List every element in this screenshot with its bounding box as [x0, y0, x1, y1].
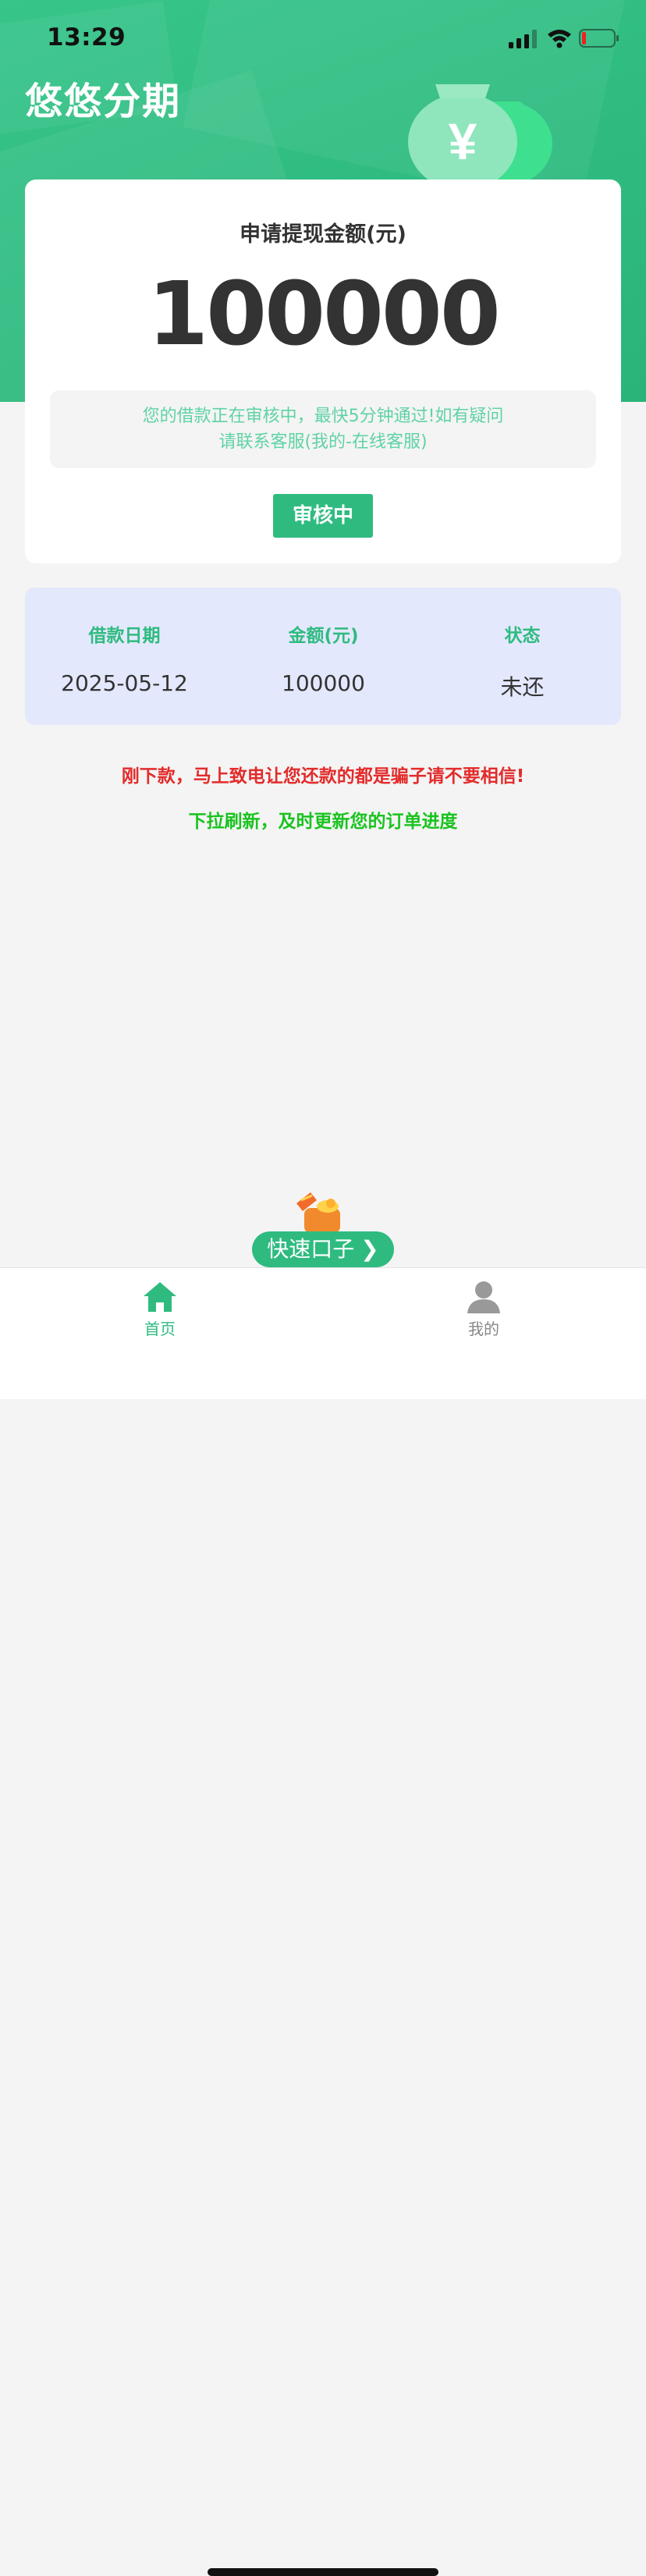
wifi-icon [548, 30, 571, 48]
user-icon [467, 1281, 500, 1313]
refresh-hint: 下拉刷新，及时更新您的订单进度 [188, 812, 458, 832]
gift-box-icon [296, 1192, 340, 1233]
cell-loan-amount: 100000 [282, 670, 365, 696]
tab-label-mine: 我的 [468, 1320, 499, 1338]
battery-icon [579, 29, 619, 48]
home-icon [144, 1282, 176, 1312]
tab-label-home: 首页 [144, 1320, 176, 1338]
review-status-button[interactable]: 审核中 [273, 494, 373, 538]
notice-line: 您的借款正在审核中，最快5分钟通过!如有疑问 [142, 407, 504, 426]
status-bar: 13:29 [0, 0, 646, 75]
svg-text:¥: ¥ [449, 112, 477, 170]
money-bag-icon: ¥ [408, 84, 552, 187]
cell-loan-date: 2025-05-12 [61, 670, 188, 696]
chevron-right-icon: ❯ [360, 1236, 379, 1262]
cellular-signal-icon [509, 30, 537, 48]
amount-value: 100000 [147, 264, 501, 365]
tab-bar: 首页 我的 [0, 1267, 646, 2576]
tab-home[interactable]: 首页 [125, 1281, 195, 1339]
tab-mine[interactable]: 我的 [449, 1281, 519, 1339]
fraud-warning: 刚下款，马上致电让您还款的都是骗子请不要相信! [121, 766, 525, 787]
home-indicator [208, 2568, 438, 2576]
cell-loan-status: 未还 [500, 674, 545, 700]
column-header-date: 借款日期 [88, 626, 161, 646]
quick-loan-button[interactable]: 快速口子 ❯ [252, 1231, 394, 1267]
loan-amount-card: 申请提现金额(元) 100000 您的借款正在审核中，最快5分钟通过!如有疑问 … [25, 179, 621, 563]
amount-title: 申请提现金额(元) [240, 222, 406, 247]
column-header-amount: 金额(元) [288, 626, 359, 646]
status-time: 13:29 [47, 23, 126, 52]
review-notice: 您的借款正在审核中，最快5分钟通过!如有疑问 请联系客服(我的-在线客服) [50, 390, 596, 468]
loan-records-table: 借款日期 金额(元) 状态 2025-05-12 100000 未还 [25, 588, 621, 725]
app-title: 悠悠分期 [25, 80, 182, 123]
quick-loan-label: 快速口子 [267, 1236, 355, 1262]
notice-line: 请联系客服(我的-在线客服) [218, 432, 428, 452]
column-header-status: 状态 [504, 626, 541, 646]
